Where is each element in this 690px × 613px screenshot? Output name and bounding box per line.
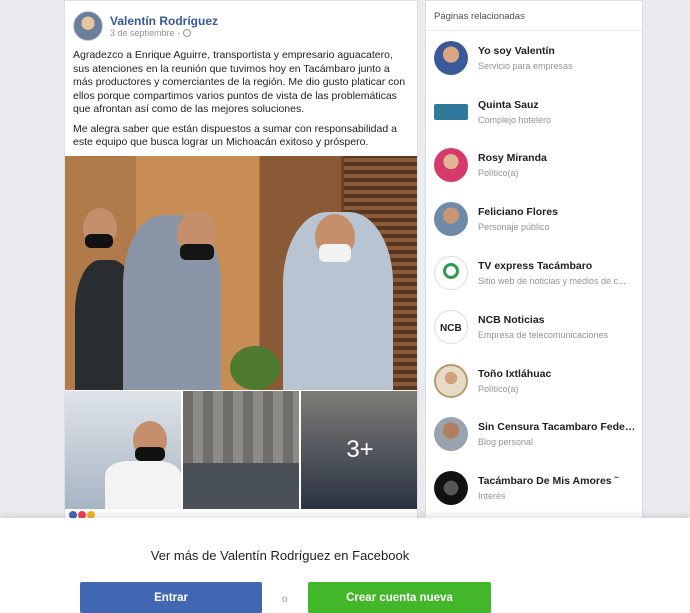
related-pages-panel: Páginas relacionadas Yo soy Valentín Serv…	[425, 0, 643, 520]
related-page-item[interactable]: TV express Tacámbaro Sitio web de noticia…	[426, 246, 642, 300]
page-category: Político(a)	[478, 383, 519, 394]
related-page-item[interactable]: Tacámbaro De Mis Amores ˜ Interés	[426, 461, 642, 515]
page-category: Sitio web de noticias y medios de c...	[478, 276, 626, 287]
tv-logo-icon	[443, 263, 459, 280]
page-name[interactable]: Sin Censura Tacambaro Federna...	[478, 421, 634, 433]
page-avatar	[434, 417, 468, 452]
page-name[interactable]: Rosy Miranda	[478, 152, 634, 164]
crowd	[183, 463, 299, 509]
post-photo-thumb[interactable]	[65, 391, 181, 509]
banner-text: Ver más de Valentín Rodríguez en Faceboo…	[150, 548, 410, 563]
related-page-item[interactable]: Feliciano Flores Personaje público	[426, 192, 642, 246]
post-header: Valentín Rodríguez 3 de septiembre ·	[65, 1, 417, 45]
page-name[interactable]: NCB Noticias	[478, 314, 634, 326]
page-category: Empresa de telecomunicaciones	[478, 329, 609, 340]
face-mask	[319, 244, 351, 262]
author-avatar[interactable]	[73, 11, 103, 41]
or-separator: o	[282, 594, 288, 605]
page-name[interactable]: TV express Tacámbaro	[478, 260, 634, 272]
face-mask	[135, 447, 165, 461]
create-account-button[interactable]: Crear cuenta nueva	[308, 582, 491, 613]
page-name[interactable]: Feliciano Flores	[478, 206, 634, 218]
more-photos-overlay: 3+	[301, 391, 417, 509]
face-mask	[85, 234, 113, 248]
page-avatar	[434, 103, 468, 120]
page-avatar: NCB	[434, 309, 468, 344]
page-category: Complejo hotelero	[478, 114, 552, 125]
related-page-item[interactable]: Rosy Miranda Político(a)	[426, 139, 642, 193]
author-name[interactable]: Valentín Rodríguez	[110, 14, 218, 28]
post-photo-thumb[interactable]	[183, 391, 299, 509]
globe-icon	[183, 29, 192, 37]
post-photo-main[interactable]	[65, 156, 417, 390]
related-page-item[interactable]: Sin Censura Tacambaro Federna... Blog per…	[426, 408, 642, 462]
page-name[interactable]: Yo soy Valentín	[478, 45, 634, 57]
page-avatar	[434, 256, 468, 291]
related-page-item[interactable]: NCB NCB Noticias Empresa de telecomunicac…	[426, 300, 642, 354]
person-figure	[105, 461, 181, 509]
post-text: Agradezco a Enrique Aguirre, transportis…	[65, 45, 417, 150]
page-category: Interés	[478, 491, 506, 502]
face-mask	[180, 244, 214, 260]
page-name[interactable]: Quinta Sauz	[478, 99, 634, 111]
related-page-item[interactable]: Yo soy Valentín Servicio para empresas	[426, 31, 642, 85]
page-avatar	[434, 40, 468, 75]
post-photo-thumb-more[interactable]: 3+	[301, 391, 417, 509]
related-pages-title: Páginas relacionadas	[426, 1, 642, 31]
page-category: Personaje público	[478, 222, 550, 233]
page-avatar	[434, 471, 468, 506]
login-banner: Ver más de Valentín Rodríguez en Faceboo…	[0, 518, 690, 613]
post-date[interactable]: 3 de septiembre ·	[110, 28, 180, 38]
page-avatar	[434, 148, 468, 183]
ncb-logo-icon: NCB	[440, 322, 462, 334]
related-page-item[interactable]: Toño Ixtláhuac Político(a)	[426, 354, 642, 408]
page-name[interactable]: Tacámbaro De Mis Amores ˜	[478, 475, 634, 487]
post-meta: 3 de septiembre ·	[110, 28, 218, 38]
page-category: Blog personal	[478, 437, 534, 448]
post-paragraph: Me alegra saber que están dispuestos a s…	[73, 122, 397, 149]
page-category: Servicio para empresas	[478, 60, 573, 71]
page-category: Político(a)	[478, 168, 519, 179]
page-avatar	[434, 202, 468, 237]
page-name[interactable]: Toño Ixtláhuac	[478, 368, 634, 380]
login-button[interactable]: Entrar	[80, 582, 262, 613]
post-paragraph: Agradezco a Enrique Aguirre, transportis…	[73, 49, 406, 115]
page-avatar	[434, 363, 468, 398]
post-card: Valentín Rodríguez 3 de septiembre · Agr…	[64, 0, 418, 520]
related-page-item[interactable]: Quinta Sauz Complejo hotelero	[426, 85, 642, 139]
flower-arrangement	[230, 346, 280, 390]
